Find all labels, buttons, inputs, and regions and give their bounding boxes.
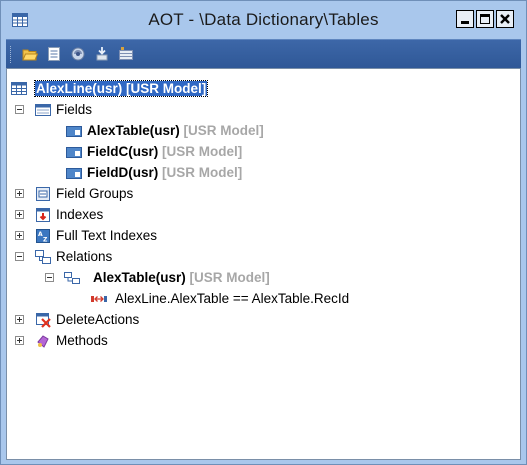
title-bar[interactable]: AOT - \Data Dictionary\Tables (1, 1, 526, 39)
aot-window: AOT - \Data Dictionary\Tables AlexLine(u… (0, 0, 527, 465)
string-field-icon (66, 168, 82, 179)
relations-icon (35, 250, 51, 264)
root-name: AlexLine(usr) (36, 81, 123, 96)
methods-icon (37, 335, 49, 348)
relation-condition-label: AlexLine.AlexTable == AlexTable.RecId (115, 291, 350, 306)
methods-label: Methods (56, 333, 108, 348)
field-groups-label: Field Groups (56, 186, 134, 201)
field-name: FieldC(usr) (87, 144, 159, 159)
field-groups-icon (36, 187, 50, 201)
fields-icon (35, 104, 51, 116)
expand-toggle[interactable] (15, 189, 24, 198)
field-item-label: AlexTable(usr) [USR Model] (87, 123, 264, 138)
compile-icon[interactable] (70, 46, 86, 62)
field-item-label: FieldD(usr) [USR Model] (87, 165, 242, 180)
aot-tree[interactable]: AlexLine(usr) [USR Model] Fields AlexTab… (6, 68, 521, 460)
expand-toggle[interactable] (15, 210, 24, 219)
relation-icon (64, 272, 80, 284)
full-text-indexes-label: Full Text Indexes (56, 228, 158, 243)
relation-condition-icon (91, 296, 107, 302)
int64-field-icon (66, 126, 82, 137)
field-item-label: FieldC(usr) [USR Model] (87, 144, 242, 159)
expand-toggle[interactable] (15, 315, 24, 324)
toolbar-grip[interactable] (10, 46, 13, 63)
import-icon[interactable] (94, 46, 110, 62)
relation-name: AlexTable(usr) (93, 270, 186, 285)
delete-actions-icon (36, 313, 51, 328)
properties-icon[interactable] (46, 46, 62, 62)
table-icon (11, 82, 27, 95)
table-browser-icon[interactable] (118, 46, 134, 62)
minimize-button[interactable] (456, 10, 474, 28)
full-text-index-icon: A Z (36, 229, 50, 244)
root-model: [USR Model] (126, 81, 207, 96)
relation-model: [USR Model] (189, 270, 270, 285)
collapse-toggle[interactable] (15, 252, 24, 261)
minimize-icon (461, 21, 469, 24)
collapse-toggle[interactable] (45, 273, 54, 282)
close-icon (500, 14, 510, 24)
toolbar (6, 39, 521, 68)
tree-root-label: AlexLine(usr) [USR Model] (33, 80, 209, 97)
expand-toggle[interactable] (15, 336, 24, 345)
window-title: AOT - \Data Dictionary\Tables (148, 10, 379, 29)
open-folder-icon[interactable] (22, 46, 38, 62)
close-button[interactable] (496, 10, 514, 28)
relations-label: Relations (56, 249, 113, 264)
relation-item-label: AlexTable(usr) [USR Model] (93, 270, 270, 285)
maximize-icon (480, 14, 490, 24)
field-model: [USR Model] (162, 165, 243, 180)
field-model: [USR Model] (183, 123, 264, 138)
fields-label: Fields (56, 102, 93, 117)
delete-actions-label: DeleteActions (56, 312, 140, 327)
svg-text:Z: Z (43, 237, 48, 244)
string-field-icon (66, 147, 82, 158)
collapse-toggle[interactable] (15, 105, 24, 114)
maximize-button[interactable] (476, 10, 494, 28)
field-name: AlexTable(usr) (87, 123, 180, 138)
indexes-label: Indexes (56, 207, 104, 222)
indexes-icon (36, 208, 50, 222)
field-name: FieldD(usr) (87, 165, 159, 180)
expand-toggle[interactable] (15, 231, 24, 240)
field-model: [USR Model] (162, 144, 243, 159)
